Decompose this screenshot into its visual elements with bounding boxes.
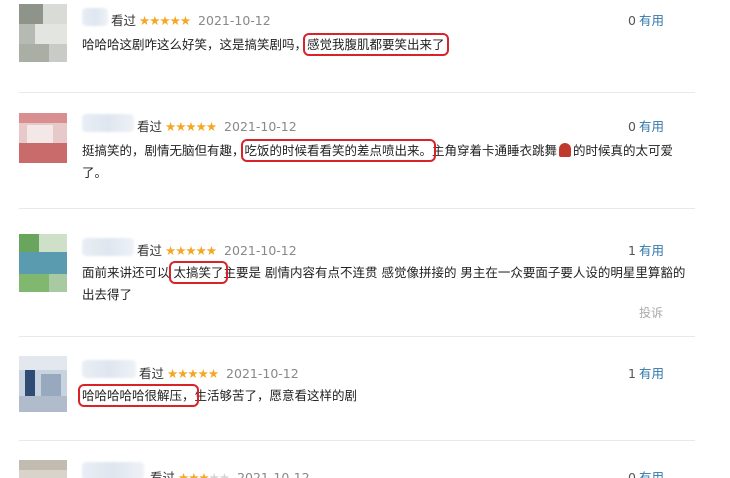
divider [19, 92, 695, 93]
review-date: 2021-10-12 [237, 470, 310, 478]
divider [19, 208, 695, 209]
review-date: 2021-10-12 [226, 366, 299, 381]
useful-label[interactable]: 有用 [639, 243, 664, 258]
review-text: 面前来讲还可以 太搞笑了主要是 剧情内容有点不连贯 感觉像拼接的 男主在一众要面… [82, 261, 686, 302]
review-text: 哈哈哈哈哈很解压，生活够苦了，愿意看这样的剧 [78, 384, 358, 407]
username[interactable] [82, 114, 134, 132]
avatar[interactable] [19, 113, 67, 163]
useful-vote[interactable]: 0 有用 [628, 116, 664, 135]
useful-label[interactable]: 有用 [639, 366, 664, 381]
avatar[interactable] [19, 4, 67, 62]
useful-vote[interactable]: 1 有用 [628, 363, 664, 382]
rating-stars: ★★★★★ [165, 119, 217, 134]
review-item: 看过 ★★★★★ 2021-10-12 1 有用 哈哈哈哈哈很解压，生活够苦了，愿意看… [0, 350, 700, 430]
review-item: 看过 ★★★★★ 2021-10-12 0 有用 挺搞笑的，剧情无脑但有趣，吃饭的时候… [0, 104, 700, 194]
review-meta: 看过 ★★★★★ 2021-10-12 [150, 467, 310, 478]
useful-vote[interactable]: 0 有用 [628, 10, 664, 29]
review-date: 2021-10-12 [224, 119, 297, 134]
username[interactable] [82, 360, 136, 378]
useful-count: 0 [628, 13, 636, 28]
review-item: 看过 ★★★★★ 2021-10-12 0 有用 哈哈哈这剧咋这么好笑，这是搞笑剧吗，… [0, 0, 700, 80]
watched-label: 看过 [137, 243, 163, 258]
highlighted-phrase: 吃饭的时候看看笑的差点喷出来。 [240, 139, 437, 162]
highlighted-phrase: 哈哈哈哈哈很解压， [78, 384, 199, 407]
report-link[interactable]: 投诉 [639, 304, 663, 321]
useful-count: 1 [628, 366, 636, 381]
review-meta: 看过 ★★★★★ 2021-10-12 [137, 116, 297, 135]
useful-label[interactable]: 有用 [639, 470, 664, 478]
username[interactable] [82, 8, 108, 26]
watched-label: 看过 [111, 13, 137, 28]
dancing-girl-icon [559, 143, 572, 157]
rating-stars: ★★★★★ [178, 470, 230, 478]
avatar[interactable] [19, 356, 67, 412]
rating-stars: ★★★★★ [165, 243, 217, 258]
useful-label[interactable]: 有用 [639, 119, 664, 134]
divider [19, 440, 695, 441]
watched-label: 看过 [150, 470, 176, 478]
useful-label[interactable]: 有用 [639, 13, 664, 28]
username[interactable] [82, 462, 144, 478]
username[interactable] [82, 238, 134, 256]
review-meta: 看过 ★★★★★ 2021-10-12 [139, 363, 299, 382]
review-meta: 看过 ★★★★★ 2021-10-12 [137, 240, 297, 259]
useful-vote[interactable]: 0 有用 [628, 467, 664, 478]
highlighted-phrase: 太搞笑了 [169, 261, 228, 284]
useful-count: 1 [628, 243, 636, 258]
watched-label: 看过 [137, 119, 163, 134]
rating-stars: ★★★★★ [139, 13, 191, 28]
review-date: 2021-10-12 [224, 243, 297, 258]
review-date: 2021-10-12 [198, 13, 271, 28]
watched-label: 看过 [139, 366, 165, 381]
review-text: 挺搞笑的，剧情无脑但有趣，吃饭的时候看看笑的差点喷出来。主角穿着卡通睡衣跳舞 的时… [82, 139, 674, 180]
useful-count: 0 [628, 119, 636, 134]
divider [19, 336, 695, 337]
highlighted-phrase: 感觉我腹肌都要笑出来了 [303, 33, 449, 56]
review-item: 看过 ★★★★★ 2021-10-12 1 有用 面前来讲还可以 太搞笑了主要是 剧情… [0, 228, 700, 328]
useful-count: 0 [628, 470, 636, 478]
review-item: 看过 ★★★★★ 2021-10-12 0 有用 [0, 456, 700, 478]
review-meta: 看过 ★★★★★ 2021-10-12 [111, 10, 271, 29]
avatar[interactable] [19, 460, 67, 478]
review-text: 哈哈哈这剧咋这么好笑，这是搞笑剧吗，感觉我腹肌都要笑出来了 [82, 33, 449, 56]
rating-stars: ★★★★★ [167, 366, 219, 381]
useful-vote[interactable]: 1 有用 [628, 240, 664, 259]
avatar[interactable] [19, 234, 67, 292]
